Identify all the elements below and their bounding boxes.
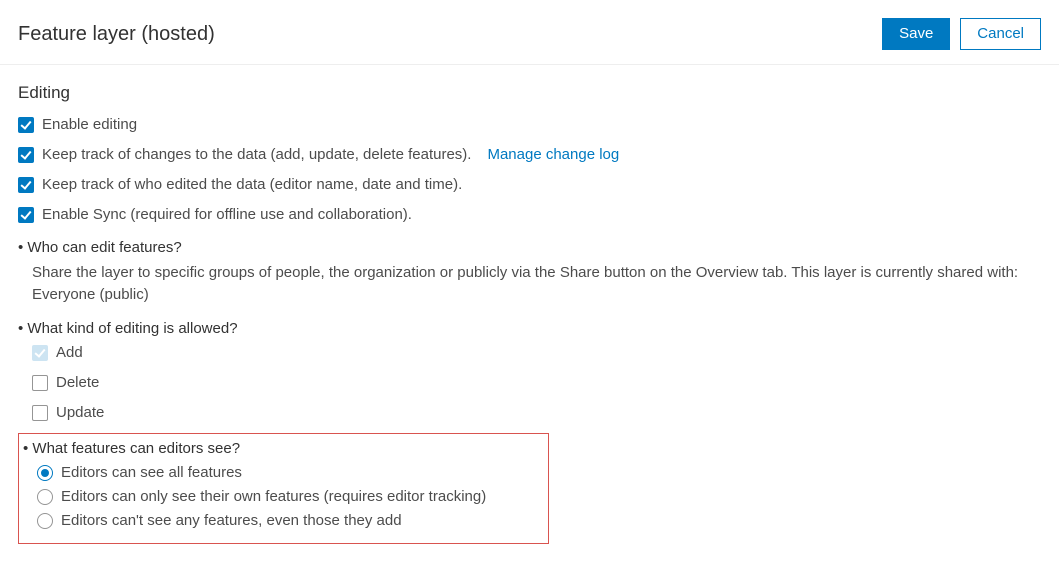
title-who-can-edit: Who can edit features?: [18, 239, 1041, 256]
label-visibility-own: Editors can only see their own features …: [61, 487, 486, 507]
row-visibility-none: Editors can't see any features, even tho…: [37, 511, 544, 531]
checkbox-enable-sync[interactable]: [18, 207, 34, 223]
link-manage-change-log[interactable]: Manage change log: [487, 145, 619, 165]
desc-who-can-edit: Share the layer to specific groups of pe…: [32, 262, 1041, 306]
checkbox-delete[interactable]: [32, 375, 48, 391]
radio-visibility-none[interactable]: [37, 513, 53, 529]
row-track-editors: Keep track of who edited the data (edito…: [18, 175, 1041, 195]
section-heading-editing: Editing: [18, 83, 1041, 103]
row-enable-editing: Enable editing: [18, 115, 1041, 135]
label-visibility-all: Editors can see all features: [61, 463, 242, 483]
block-who-can-edit: Who can edit features? Share the layer t…: [18, 239, 1041, 306]
label-track-editors: Keep track of who edited the data (edito…: [42, 175, 462, 195]
row-enable-sync: Enable Sync (required for offline use an…: [18, 205, 1041, 225]
block-editing-kind: What kind of editing is allowed? Add Del…: [18, 320, 1041, 423]
row-update: Update: [32, 403, 1041, 423]
radio-visibility-own[interactable]: [37, 489, 53, 505]
label-track-changes: Keep track of changes to the data (add, …: [42, 145, 471, 165]
save-button[interactable]: Save: [882, 18, 950, 50]
checkbox-enable-editing[interactable]: [18, 117, 34, 133]
label-delete: Delete: [56, 373, 99, 393]
header-buttons: Save Cancel: [882, 18, 1041, 50]
content-area: Editing Enable editing Keep track of cha…: [0, 65, 1059, 562]
title-editing-kind: What kind of editing is allowed?: [18, 320, 1041, 337]
checkbox-track-changes[interactable]: [18, 147, 34, 163]
row-track-changes: Keep track of changes to the data (add, …: [18, 145, 1041, 165]
row-add: Add: [32, 343, 1041, 363]
checkbox-update[interactable]: [32, 405, 48, 421]
label-add: Add: [56, 343, 83, 363]
title-visibility: What features can editors see?: [23, 440, 544, 457]
label-enable-sync: Enable Sync (required for offline use an…: [42, 205, 412, 225]
page-title: Feature layer (hosted): [18, 23, 215, 46]
row-delete: Delete: [32, 373, 1041, 393]
label-visibility-none: Editors can't see any features, even tho…: [61, 511, 402, 531]
highlighted-visibility-section: What features can editors see? Editors c…: [18, 433, 549, 544]
radio-visibility-all[interactable]: [37, 465, 53, 481]
row-visibility-own: Editors can only see their own features …: [37, 487, 544, 507]
checkbox-add[interactable]: [32, 345, 48, 361]
row-visibility-all: Editors can see all features: [37, 463, 544, 483]
checkbox-track-editors[interactable]: [18, 177, 34, 193]
page-header: Feature layer (hosted) Save Cancel: [0, 0, 1059, 65]
label-update: Update: [56, 403, 104, 423]
label-enable-editing: Enable editing: [42, 115, 137, 135]
cancel-button[interactable]: Cancel: [960, 18, 1041, 50]
